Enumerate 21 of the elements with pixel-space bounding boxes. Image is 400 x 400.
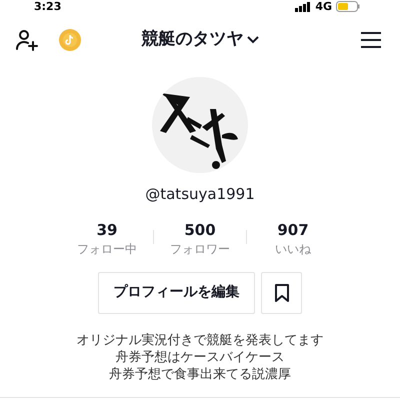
stat-label: いいね: [275, 240, 311, 258]
bio-line: 舟券予想はケースバイケース: [116, 348, 284, 366]
bookmark-icon: [274, 284, 288, 302]
chevron-down-icon: [246, 36, 258, 44]
username: @tatsuya1991: [145, 184, 255, 205]
bookmark-button[interactable]: [261, 272, 302, 314]
menu-icon[interactable]: [360, 31, 382, 49]
network-label: 4G: [315, 1, 332, 12]
status-time: 3:23: [34, 1, 62, 12]
account-switcher[interactable]: 競艇のタツヤ: [142, 27, 258, 53]
bio-line: オリジナル実況付きで競艇を発表してます: [76, 332, 324, 348]
signal-icon: [295, 2, 312, 12]
stat-count: 500: [184, 220, 216, 240]
edit-profile-button[interactable]: プロフィールを編集: [98, 272, 255, 314]
battery-icon: [336, 1, 360, 12]
add-user-icon[interactable]: [15, 28, 39, 52]
stat-label: フォロワー: [170, 240, 230, 258]
bio-line: 舟券予想で食事出来てる説濃厚: [109, 366, 291, 382]
stat-count: 39: [96, 220, 118, 240]
stat-label: フォロー中: [77, 240, 137, 258]
stat-count: 907: [277, 220, 309, 240]
